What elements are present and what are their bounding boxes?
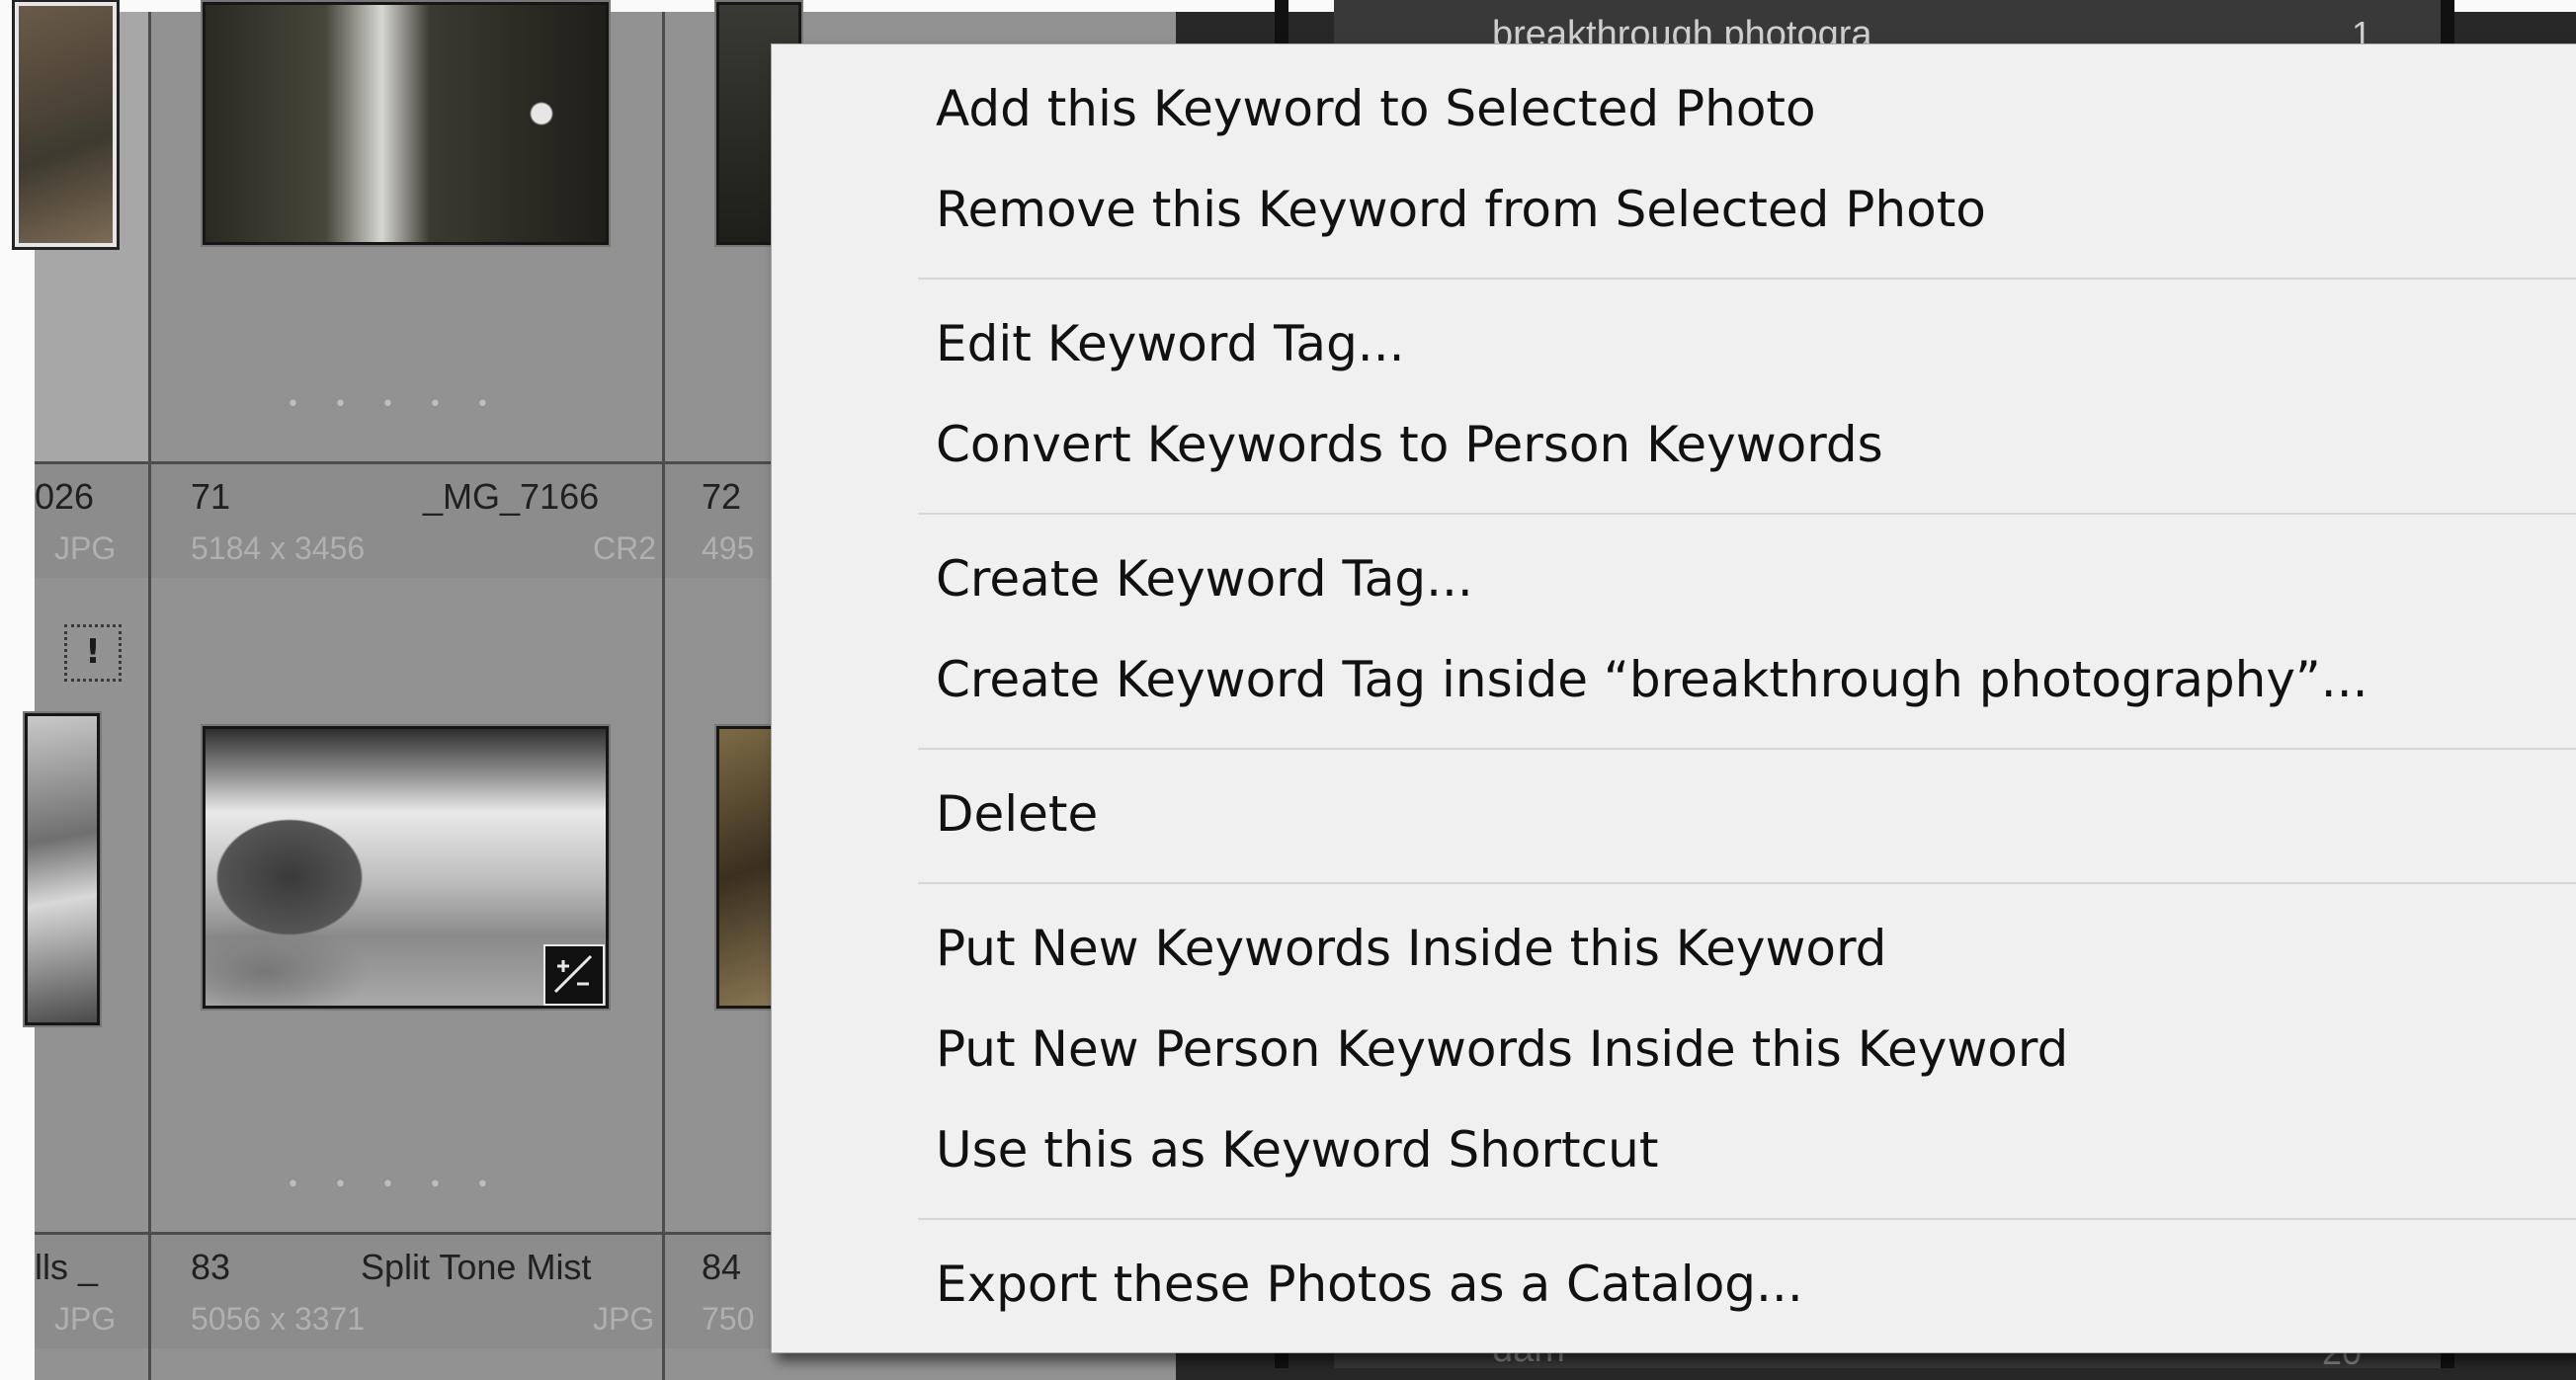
menu-item-export-as-catalog[interactable]: Export these Photos as a Catalog... [772, 1240, 2576, 1329]
cell-index: 84 [702, 1247, 742, 1287]
cell-dimensions: 495 [702, 530, 755, 566]
cell-filename: _MG_7166 [423, 476, 600, 517]
menu-item-label: Put New Keywords Inside this Keyword [936, 920, 1887, 977]
menu-item-edit-keyword-tag[interactable]: Edit Keyword Tag... [772, 299, 2576, 388]
menu-item-label: Remove this Keyword from Selected Photo [936, 181, 1986, 238]
photo-thumbnail[interactable] [203, 726, 609, 1009]
rating-stars[interactable]: • • • • • [287, 1173, 503, 1197]
photo-thumbnail-selected[interactable] [15, 2, 117, 247]
photo-thumbnail[interactable] [203, 2, 609, 245]
cell-filetype: JPG [54, 530, 117, 566]
cell-dimensions: 5056 x 3371 [191, 1301, 366, 1337]
menu-item-put-new-keywords-inside[interactable]: Put New Keywords Inside this Keyword [772, 904, 2576, 993]
grid-column-divider [148, 12, 151, 1380]
cell-filetype: CR2 [593, 530, 657, 566]
grid-column-divider [662, 12, 665, 1380]
cell-filetype: JPG [593, 1301, 655, 1337]
menu-item-label: Export these Photos as a Catalog... [936, 1256, 1803, 1313]
cell-filename: Split Tone Mist [361, 1247, 592, 1287]
menu-item-create-keyword-tag-inside[interactable]: Create Keyword Tag inside “breakthrough … [772, 635, 2576, 724]
menu-item-create-keyword-tag[interactable]: Create Keyword Tag... [772, 534, 2576, 623]
menu-item-label: Use this as Keyword Shortcut [936, 1121, 1659, 1178]
menu-item-label: Delete [936, 785, 1099, 843]
menu-separator [918, 882, 2576, 884]
cell-filename: lls _ [35, 1247, 99, 1287]
menu-item-delete[interactable]: Delete [772, 770, 2576, 858]
menu-item-put-new-person-keywords-inside[interactable]: Put New Person Keywords Inside this Keyw… [772, 1005, 2576, 1094]
menu-item-label: Edit Keyword Tag... [936, 315, 1405, 372]
rating-stars[interactable]: • • • • • [287, 392, 503, 417]
menu-separator [918, 748, 2576, 750]
menu-item-label: Add this Keyword to Selected Photo [936, 80, 1816, 137]
keyword-context-menu: Add this Keyword to Selected Photo Remov… [771, 43, 2576, 1353]
flag-indicator-icon[interactable]: ! [64, 624, 122, 682]
menu-item-add-keyword[interactable]: Add this Keyword to Selected Photo [772, 64, 2576, 153]
menu-item-label: Create Keyword Tag... [936, 550, 1473, 608]
cell-filetype: JPG [54, 1301, 117, 1337]
cell-index: 71 [191, 476, 231, 517]
cell-index: 83 [191, 1247, 231, 1287]
cell-filename: 026 [35, 476, 95, 517]
menu-item-convert-to-person-keywords[interactable]: Convert Keywords to Person Keywords [772, 400, 2576, 489]
cell-dimensions: 5184 x 3456 [191, 530, 366, 566]
menu-item-label: Create Keyword Tag inside “breakthrough … [936, 651, 2368, 708]
menu-separator [918, 513, 2576, 515]
cell-dimensions: 750 [702, 1301, 755, 1337]
menu-item-label: Convert Keywords to Person Keywords [936, 416, 1883, 473]
develop-adjustments-icon[interactable] [543, 944, 605, 1006]
menu-separator [918, 278, 2576, 280]
menu-separator [918, 1218, 2576, 1220]
menu-item-remove-keyword[interactable]: Remove this Keyword from Selected Photo [772, 165, 2576, 254]
menu-item-label: Put New Person Keywords Inside this Keyw… [936, 1020, 2069, 1078]
menu-item-use-as-keyword-shortcut[interactable]: Use this as Keyword Shortcut [772, 1105, 2576, 1194]
cell-index: 72 [702, 476, 742, 517]
photo-thumbnail[interactable] [25, 713, 100, 1025]
lightroom-library-view: • • • • • 026 JPG 71 _MG_7166 5184 x 345… [0, 0, 2576, 1380]
